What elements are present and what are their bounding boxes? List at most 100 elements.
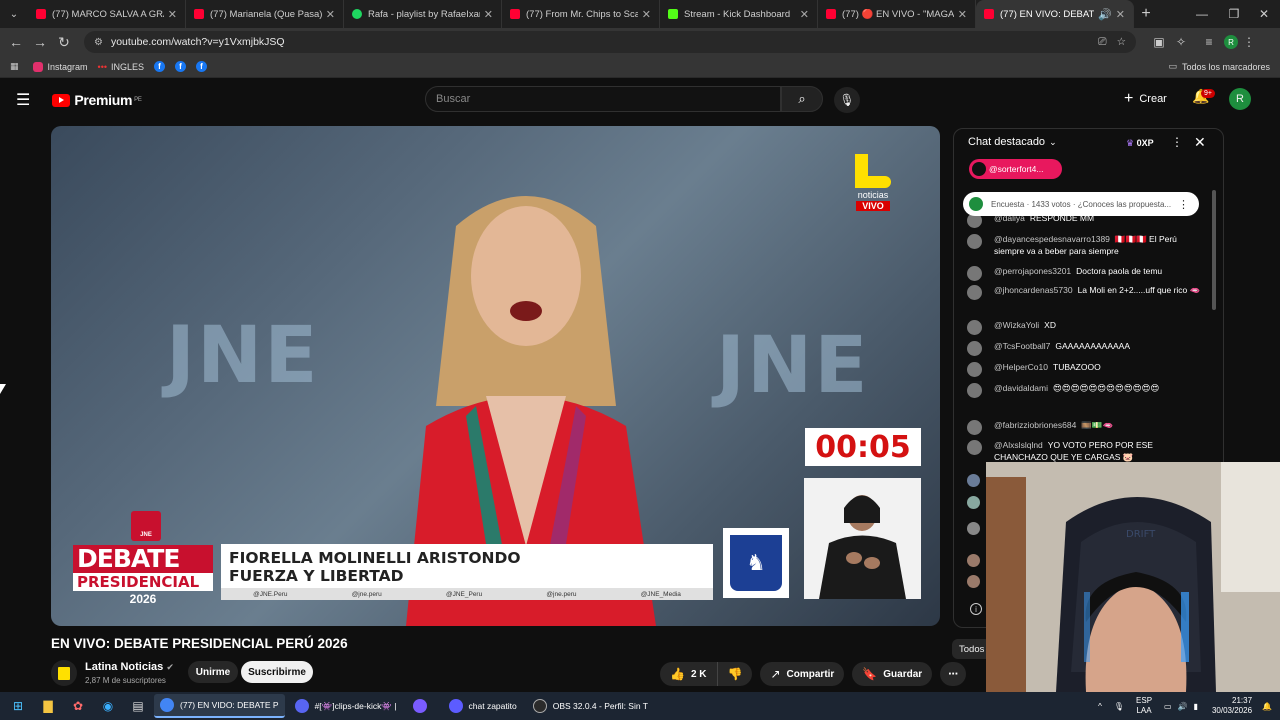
browser-tab-5[interactable]: Stream - Kick Dashboard ✕ bbox=[660, 0, 818, 28]
more-actions-button[interactable]: ⋯ bbox=[940, 662, 967, 686]
browser-tab-4[interactable]: (77) From Mr. Chips to Scarfac ✕ bbox=[502, 0, 660, 28]
bookmark-instagram[interactable]: Instagram bbox=[32, 61, 88, 72]
taskbar-app-obs[interactable]: OBS 32.0.4 - Perfil: Sin T bbox=[527, 694, 654, 718]
url-input[interactable]: ⚙ youtube.com/watch?v=y1VxmjbkJSQ ⎚ ☆ bbox=[84, 31, 1136, 53]
install-icon[interactable]: ⎚ bbox=[1098, 36, 1106, 49]
copilot-icon[interactable]: ✿ bbox=[66, 694, 90, 718]
poll-banner[interactable]: Encuesta · 1433 votos · ¿Conoces las pro… bbox=[963, 192, 1199, 216]
browser-tab-1[interactable]: (77) MARCO SALVA A GRACE D ✕ bbox=[28, 0, 186, 28]
share-button[interactable]: ↗ Compartir bbox=[760, 662, 845, 686]
youtube-logo[interactable]: Premium PE bbox=[52, 92, 142, 108]
like-button[interactable]: 👍 2 K bbox=[660, 662, 718, 686]
youtube-avatar[interactable]: R bbox=[1229, 88, 1251, 110]
search-button[interactable]: ⌕ bbox=[781, 86, 823, 112]
network-icon[interactable]: ▭ bbox=[1164, 702, 1172, 711]
apps-grid-icon[interactable]: ▦ bbox=[10, 61, 19, 72]
taskbar-app-chat[interactable]: chat zapatito bbox=[443, 694, 523, 718]
chat-mode-dropdown[interactable]: Chat destacado ⌄ bbox=[968, 136, 1057, 148]
bookmark-facebook-1[interactable]: f bbox=[154, 61, 166, 72]
menu-icon[interactable]: ⋮ bbox=[1238, 35, 1260, 49]
share-icon: ↗ bbox=[770, 667, 781, 681]
volume-icon[interactable]: 🔊 bbox=[1178, 702, 1188, 711]
create-button[interactable]: + Crear bbox=[1124, 88, 1167, 110]
store-icon[interactable]: ▤ bbox=[126, 694, 150, 718]
chat-message[interactable]: @jhoncardenas5730 La Moli en 2+2.....uff … bbox=[967, 284, 1202, 300]
chat-close-icon[interactable]: ✕ bbox=[1194, 134, 1206, 151]
profile-avatar[interactable]: R bbox=[1224, 35, 1238, 49]
language-indicator[interactable]: ESP LAA bbox=[1136, 696, 1152, 716]
notifications-icon[interactable]: 🔔 bbox=[1262, 702, 1272, 711]
chat-more-icon[interactable]: ⋮ bbox=[1171, 135, 1183, 149]
chat-message[interactable]: @perrojapones3201 Doctora paola de temu bbox=[967, 265, 1202, 281]
edge-icon[interactable]: ◉ bbox=[96, 694, 120, 718]
xp-badge[interactable]: ♛ 0XP bbox=[1126, 138, 1154, 149]
tab-search-icon[interactable]: ⌄ bbox=[0, 0, 28, 28]
extension-icon[interactable]: ▣ bbox=[1148, 35, 1170, 49]
save-button[interactable]: 🔖 Guardar bbox=[852, 662, 933, 686]
chat-message[interactable]: @fabrizziobriones684 🎞️💵🫦 bbox=[967, 419, 1202, 435]
browser-tab-2[interactable]: (77) Marianela (Que Pasa) (Exte ✕ bbox=[186, 0, 344, 28]
tab-title: (77) 🔴 EN VIVO - "MAGALY TV bbox=[842, 8, 954, 20]
video-player[interactable]: JNE JNE noticias VIVO 00:05 JNE DEBATE P… bbox=[51, 126, 940, 626]
browser-tab-6[interactable]: (77) 🔴 EN VIVO - "MAGALY TV ✕ bbox=[818, 0, 976, 28]
close-window-icon[interactable]: ✕ bbox=[1248, 0, 1280, 28]
obs-icon bbox=[532, 699, 547, 713]
new-tab-button[interactable]: + bbox=[1134, 5, 1158, 23]
bookmark-ingles[interactable]: ••• INGLES bbox=[98, 62, 144, 72]
close-tab-icon[interactable]: ✕ bbox=[326, 8, 335, 21]
info-icon[interactable]: i bbox=[970, 603, 982, 615]
file-explorer-icon[interactable]: ▇ bbox=[36, 694, 60, 718]
chat-scrollbar[interactable] bbox=[1212, 190, 1216, 310]
chat-message[interactable]: @Alxslslqlnd YO VOTO PERO POR ESE CHANCHA… bbox=[967, 439, 1167, 463]
search-input[interactable]: Buscar bbox=[425, 86, 781, 112]
clock[interactable]: 21:37 30/03/2026 bbox=[1212, 696, 1252, 716]
close-tab-icon[interactable]: ✕ bbox=[1116, 8, 1125, 21]
close-tab-icon[interactable]: ✕ bbox=[484, 8, 493, 21]
taskbar-app-discord[interactable]: #[👾]clips-de-kick👾 | bbox=[289, 694, 403, 718]
chat-message[interactable]: @WizkaYoli XD bbox=[967, 319, 1202, 335]
taskbar-app-unknown[interactable] bbox=[407, 694, 439, 718]
browser-tab-3[interactable]: Rafa - playlist by RafaeIxared | ✕ bbox=[344, 0, 502, 28]
close-tab-icon[interactable]: ✕ bbox=[958, 8, 967, 21]
bookmark-star-icon[interactable]: ☆ bbox=[1117, 36, 1126, 48]
minimize-icon[interactable]: — bbox=[1186, 0, 1218, 28]
candidate-party: FUERZA Y LIBERTAD bbox=[229, 567, 404, 585]
dislike-button[interactable]: 👎 bbox=[717, 662, 753, 686]
chat-avatar bbox=[967, 234, 982, 249]
media-icon[interactable]: ≡ bbox=[1198, 35, 1220, 49]
forward-icon[interactable]: → bbox=[28, 34, 52, 50]
poll-more-icon[interactable]: ⋮ bbox=[1178, 198, 1189, 211]
chat-message[interactable]: @TcsFootball7 GAAAAAAAAAAAA bbox=[967, 340, 1202, 356]
all-bookmarks[interactable]: ▭ Todos los marcadores bbox=[1168, 61, 1270, 72]
taskbar-app-chrome[interactable]: (77) EN VIDO: DEBATE P bbox=[154, 694, 285, 718]
windows-start-icon[interactable]: ⊞ bbox=[6, 694, 30, 718]
join-button[interactable]: Unirme bbox=[188, 661, 238, 683]
reload-icon[interactable]: ↻ bbox=[52, 34, 76, 51]
back-icon[interactable]: ← bbox=[4, 34, 28, 50]
puzzle-icon[interactable]: ✧ bbox=[1170, 35, 1192, 49]
jne-backdrop-text: JNE bbox=[716, 321, 870, 411]
bookmark-facebook-2[interactable]: f bbox=[175, 61, 187, 72]
chat-message[interactable]: @dayancespedesnavarro1389 🇵🇪🇵🇪🇵🇪 El Perú … bbox=[967, 233, 1202, 257]
channel-avatar[interactable] bbox=[51, 660, 77, 686]
bookmark-facebook-3[interactable]: f bbox=[196, 61, 208, 72]
tray-mic-icon[interactable]: 🎙 bbox=[1114, 702, 1124, 711]
close-tab-icon[interactable]: ✕ bbox=[800, 8, 809, 21]
close-tab-icon[interactable]: ✕ bbox=[168, 8, 177, 21]
xp-value: 0XP bbox=[1136, 138, 1154, 148]
mute-tab-icon[interactable]: 🔊 bbox=[1098, 8, 1112, 21]
hamburger-menu-icon[interactable]: ☰ bbox=[16, 90, 30, 110]
chat-message[interactable]: @HelperCo10 TUBAZOOO bbox=[967, 361, 1202, 377]
voice-search-button[interactable]: 🎙 bbox=[834, 87, 860, 113]
channel-row: Latina Noticias ✔ 2,87 M de suscriptores… bbox=[51, 660, 611, 690]
subscribe-button[interactable]: Suscribirme bbox=[241, 661, 313, 683]
site-info-icon[interactable]: ⚙ bbox=[94, 37, 103, 48]
super-chat-ticker[interactable]: @sorterfort4... bbox=[969, 159, 1062, 179]
chat-message[interactable]: @davidaldami 😍😍😍😍😍😍😍😍😍😍😍😍 bbox=[967, 382, 1202, 398]
browser-tab-7[interactable]: (77) EN VIVO: DEBATE PRES🔊 ✕ bbox=[976, 0, 1134, 28]
channel-name[interactable]: Latina Noticias ✔ bbox=[85, 661, 174, 673]
tray-chevron-icon[interactable]: ^ bbox=[1098, 702, 1102, 711]
close-tab-icon[interactable]: ✕ bbox=[642, 8, 651, 21]
restore-icon[interactable]: ❐ bbox=[1218, 0, 1250, 28]
battery-icon[interactable]: ▮ bbox=[1194, 702, 1198, 711]
